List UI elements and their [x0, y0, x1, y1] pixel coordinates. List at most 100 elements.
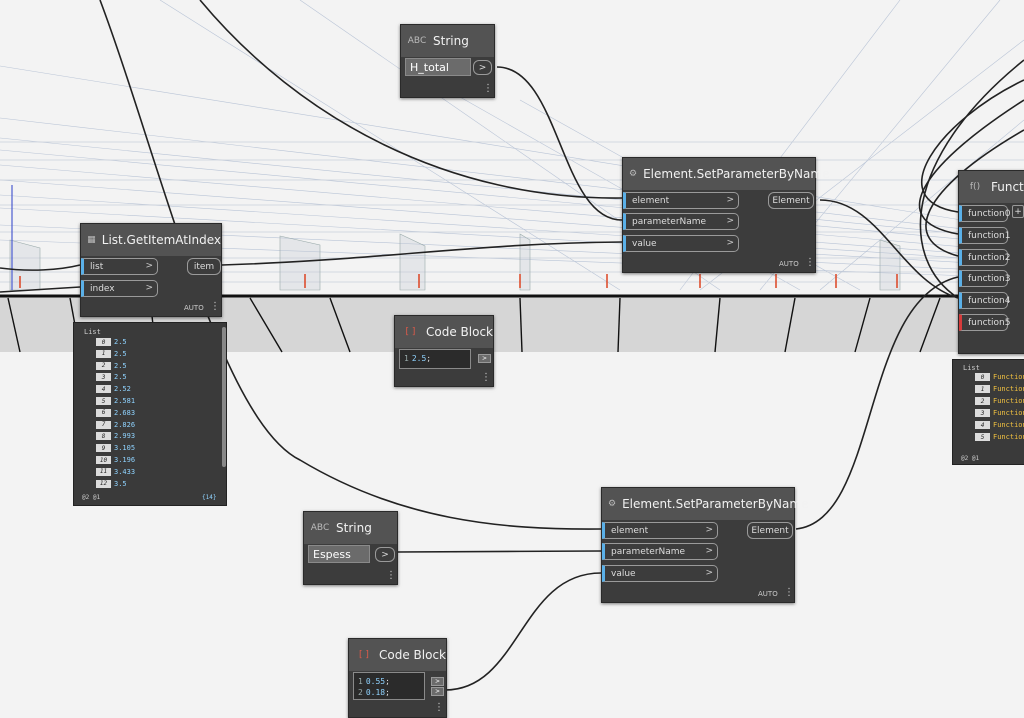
chevron-right-icon: >	[705, 568, 713, 578]
input-port-function3[interactable]: function3	[959, 270, 1011, 287]
list-index: 8	[96, 432, 111, 441]
list-item: 11 3.433	[96, 467, 135, 476]
input-port-index[interactable]: index >	[81, 280, 158, 297]
string-type-icon: ABC	[407, 36, 427, 46]
node-header[interactable]: [ ] Code Block	[395, 316, 493, 348]
node-menu-icon[interactable]: ⋮	[434, 702, 444, 713]
preview-levels: @2 @1	[82, 494, 101, 501]
input-port-function1[interactable]: function1	[959, 227, 1011, 244]
list-preview-bubble[interactable]: List 0 2.5 1 2.5 2 2.5 3 2.5 4 2.52 5 2.581 6 2.683 7 2…	[73, 322, 227, 506]
input-port-value[interactable]: value >	[602, 565, 718, 582]
list-index: 7	[96, 420, 111, 429]
input-port-list[interactable]: list >	[81, 258, 158, 275]
output-port-element[interactable]: Element	[768, 192, 814, 209]
list-index: 9	[96, 444, 111, 453]
input-port-value[interactable]: value >	[623, 235, 739, 252]
list-item: 3 2.5	[96, 373, 127, 382]
list-index: 0	[96, 338, 111, 346]
chevron-right-icon: >	[726, 216, 734, 226]
chevron-right-icon: >	[705, 546, 713, 556]
list-value: Function	[993, 433, 1024, 441]
input-port-element[interactable]: element >	[623, 192, 739, 209]
input-port-function2[interactable]: function2	[959, 249, 1011, 266]
code-block-icon: [ ]	[405, 327, 416, 337]
node-menu-icon[interactable]: ⋮	[805, 257, 815, 268]
list-index: 1	[96, 349, 111, 358]
node-header[interactable]: [ ] Code Block	[349, 639, 446, 671]
input-port-parametername[interactable]: parameterName >	[623, 213, 739, 230]
output-port-line2[interactable]: >	[431, 687, 444, 696]
chevron-right-icon: >	[145, 283, 153, 293]
node-menu-icon[interactable]: ⋮	[481, 372, 491, 383]
node-title: String	[336, 521, 372, 535]
list-item: 0 2.5	[96, 338, 127, 346]
code-editor[interactable]: 1 2.5;	[399, 349, 471, 369]
code-editor[interactable]: 1 0.55; 2 0.18;	[353, 672, 425, 700]
node-menu-icon[interactable]: ⋮	[483, 83, 493, 94]
output-port-item[interactable]: item	[187, 258, 221, 275]
input-port-parametername[interactable]: parameterName >	[602, 543, 718, 560]
code-block-icon: [ ]	[359, 650, 369, 660]
list-index: 11	[96, 467, 111, 476]
node-title: List.GetItemAtIndex	[101, 233, 221, 247]
output-port[interactable]: >	[375, 547, 395, 562]
output-port[interactable]: >	[473, 60, 492, 75]
output-port-element[interactable]: Element	[747, 522, 793, 539]
list-item: 12 3.5	[96, 479, 127, 488]
list-value: 2.5	[114, 373, 127, 382]
preview-scrollbar[interactable]	[222, 327, 226, 467]
input-port-function5[interactable]: function5	[959, 314, 1011, 331]
string-type-icon: ABC	[310, 523, 330, 533]
list-item: 6 2.683	[96, 408, 135, 417]
gear-icon: ⚙	[629, 169, 638, 179]
output-port[interactable]: >	[478, 354, 491, 363]
node-header[interactable]: ⚙ Element.SetParameterByName	[602, 488, 808, 520]
list-value: 3.105	[114, 444, 136, 453]
list-item: 1 Function	[975, 385, 1024, 393]
list-item: 2 2.5	[96, 361, 127, 370]
list-item: 3 Function	[975, 409, 1024, 417]
getitematindex-node[interactable]: ▦ List.GetItemAtIndex list > index > item …	[80, 223, 222, 317]
lacing-auto-label[interactable]: AUTO	[779, 260, 799, 268]
string-value-input[interactable]: Espess	[308, 545, 370, 563]
lacing-auto-label[interactable]: AUTO	[184, 304, 204, 312]
node-header[interactable]: ABC String	[401, 25, 494, 57]
list-item: 4 2.52	[96, 385, 131, 394]
list-index: 2	[96, 361, 111, 370]
node-menu-icon[interactable]: ⋮	[210, 301, 220, 312]
add-input-button[interactable]: +	[1012, 205, 1024, 218]
node-title: Element.SetParameterByName	[643, 167, 830, 181]
code-block-node-mid[interactable]: [ ] Code Block 1 2.5; > ⋮	[394, 315, 494, 387]
input-port-element[interactable]: element >	[602, 522, 718, 539]
lacing-auto-label[interactable]: AUTO	[758, 590, 778, 598]
list-value: 2.5	[114, 361, 127, 370]
list-value: 3.5	[114, 479, 127, 488]
node-header[interactable]: f() Functio	[959, 171, 1024, 203]
node-header[interactable]: ABC String	[304, 512, 397, 544]
function-preview-bubble[interactable]: List 0 Function 1 Function 2 Function 3 Functio…	[952, 359, 1024, 465]
list-index: 10	[96, 456, 111, 464]
list-value: Function	[993, 385, 1024, 393]
node-title: String	[433, 34, 469, 48]
string-value-input[interactable]: H_total	[405, 58, 471, 76]
node-title: Code Block	[426, 325, 493, 339]
function-icon: f()	[969, 182, 981, 192]
setparameter-node-bottom[interactable]: ⚙ Element.SetParameterByName element > pa…	[601, 487, 808, 603]
code-block-node-bottom[interactable]: [ ] Code Block 1 0.55; 2 0.18; > > ⋮	[348, 638, 447, 718]
list-index: 1	[975, 385, 990, 393]
node-header[interactable]: ⚙ Element.SetParameterByName	[623, 158, 829, 190]
list-item: 10 3.196	[96, 456, 135, 464]
input-port-function4[interactable]: function4	[959, 292, 1011, 309]
input-port-function0[interactable]: function0	[959, 205, 1011, 222]
string-node-htotal[interactable]: ABC String H_total > ⋮	[400, 24, 495, 98]
node-menu-icon[interactable]: ⋮	[386, 570, 396, 581]
preview-count: {14}	[202, 494, 217, 501]
output-port-line1[interactable]: >	[431, 677, 444, 686]
node-header[interactable]: ▦ List.GetItemAtIndex	[81, 224, 221, 256]
function-compose-node[interactable]: f() Functio function0 + function1 functi…	[958, 170, 1024, 354]
string-node-espess[interactable]: ABC String Espess > ⋮	[303, 511, 398, 585]
node-menu-icon[interactable]: ⋮	[784, 587, 794, 598]
chevron-right-icon: >	[705, 525, 713, 535]
setparameter-node-top[interactable]: ⚙ Element.SetParameterByName element > pa…	[622, 157, 829, 273]
list-item: 5 Function	[975, 433, 1024, 441]
